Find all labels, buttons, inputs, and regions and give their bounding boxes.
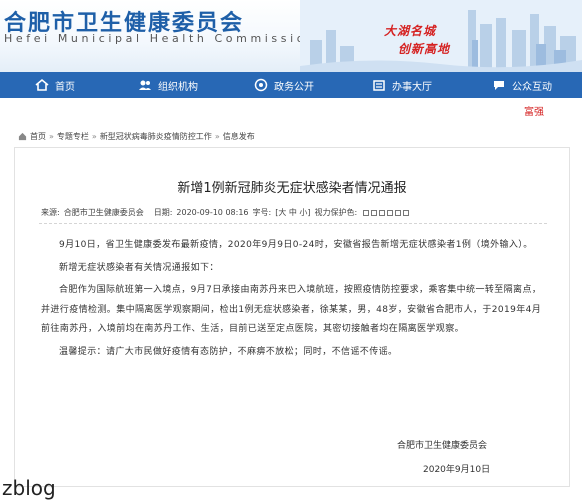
article-paragraph: 合肥作为国际航班第一入境点，9月7日承接由南苏丹来巴入境航班，按照疫情防控要求，… xyxy=(41,285,542,334)
watermark-text: zblog xyxy=(2,476,56,500)
color-swatch[interactable] xyxy=(395,209,402,216)
breadcrumb-topics[interactable]: 专题专栏 xyxy=(57,131,89,142)
vision-color-label: 视力保护色: xyxy=(314,208,358,217)
article-meta: 来源: 合肥市卫生健康委员会 日期: 2020-09-10 08:16 字号: … xyxy=(41,207,410,218)
breadcrumb-home[interactable]: 首页 xyxy=(30,131,46,142)
article-signature: 合肥市卫生健康委员会 xyxy=(397,441,488,451)
date-label: 日期: xyxy=(153,208,173,217)
breadcrumb-home-icon xyxy=(18,132,27,141)
color-swatch[interactable] xyxy=(403,209,410,216)
nav-public-interaction[interactable]: 公众互动 xyxy=(462,72,582,98)
chat-icon xyxy=(494,81,504,90)
gov-icon xyxy=(254,78,268,92)
breadcrumb: 首页 » 专题专栏 » 新型冠状病毒肺炎疫情防控工作 » 信息发布 xyxy=(18,131,255,142)
nav-organization[interactable]: 组织机构 xyxy=(110,72,226,98)
nav-service-hall[interactable]: 办事大厅 xyxy=(342,72,462,98)
article-paragraph: 新增无症状感染者有关情况通报如下： xyxy=(59,262,219,273)
city-label: 富强 xyxy=(524,107,544,118)
site-header: 合肥市卫生健康委员会 Hefei Municipal Health Commis… xyxy=(0,0,582,72)
article-paragraph: 9月10日，省卫生健康委发布最新疫情，2020年9月9日0-24时，安徽省报告新… xyxy=(59,240,533,250)
color-swatch[interactable] xyxy=(371,209,378,216)
breadcrumb-separator: » xyxy=(91,132,97,141)
nav-home[interactable]: 首页 xyxy=(0,72,110,98)
breadcrumb-covid-work[interactable]: 新型冠状病毒肺炎疫情防控工作 xyxy=(100,131,212,142)
nav-gov-info-label: 政务公开 xyxy=(274,81,314,93)
breadcrumb-separator: » xyxy=(49,132,54,141)
meta-divider xyxy=(39,223,547,224)
article-body: 9月10日，省卫生健康委发布最新疫情，2020年9月9日0-24时，安徽省报告新… xyxy=(41,236,549,365)
home-icon xyxy=(35,78,49,91)
nav-home-label: 首页 xyxy=(55,81,75,93)
source-label: 来源: xyxy=(41,208,60,217)
hall-icon xyxy=(373,80,385,91)
color-swatch[interactable] xyxy=(363,209,370,216)
vision-color-swatches xyxy=(363,209,410,216)
article-paragraph: 温馨提示：请广大市民做好疫情有态防护，不麻痹不放松；同时，不信谣不传谣。 xyxy=(59,346,398,357)
site-subtitle: Hefei Municipal Health Commission xyxy=(4,32,318,45)
nav-public-interaction-label: 公众互动 xyxy=(512,81,552,93)
city-skyline-image xyxy=(300,0,582,72)
breadcrumb-info-release[interactable]: 信息发布 xyxy=(223,131,255,142)
breadcrumb-separator: » xyxy=(214,132,220,141)
article-title: 新增1例新冠肺炎无症状感染者情况通报 xyxy=(177,181,407,196)
slogan-line-2: 创新高地 xyxy=(398,42,451,56)
nav-organization-label: 组织机构 xyxy=(158,81,198,93)
article-sign-date: 2020年9月10日 xyxy=(423,465,491,475)
font-size-options[interactable]: [大 中 小] xyxy=(275,207,310,218)
main-nav: 首页 组织机构 政务公开 办事大厅 公众互动 xyxy=(0,72,582,98)
color-swatch[interactable] xyxy=(379,209,386,216)
org-icon xyxy=(139,80,151,90)
slogan-line-1: 大湖名城 xyxy=(384,24,437,38)
font-size-label: 字号: xyxy=(252,208,272,217)
color-swatch[interactable] xyxy=(387,209,394,216)
nav-gov-info[interactable]: 政务公开 xyxy=(226,72,342,98)
date-value: 2020-09-10 08:16 xyxy=(176,208,249,217)
article-panel: 新增1例新冠肺炎无症状感染者情况通报 来源: 合肥市卫生健康委员会 日期: 20… xyxy=(14,147,570,487)
nav-service-hall-label: 办事大厅 xyxy=(392,81,432,93)
source-value: 合肥市卫生健康委员会 xyxy=(63,208,144,217)
